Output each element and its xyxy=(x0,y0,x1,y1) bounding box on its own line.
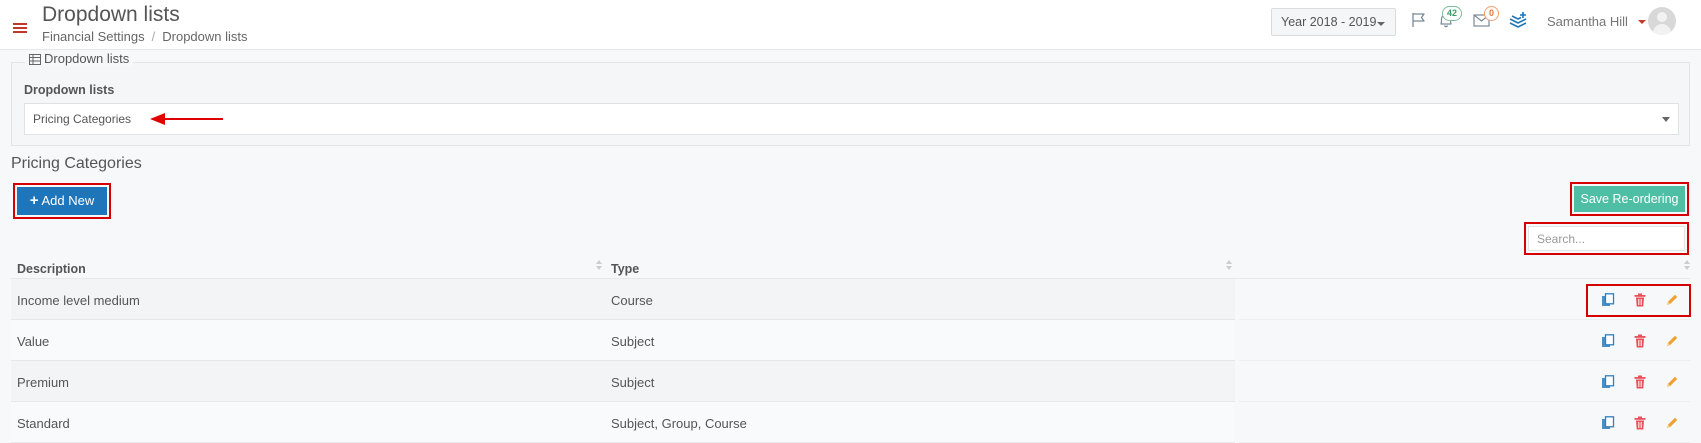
hamburger-menu-icon[interactable] xyxy=(13,23,27,33)
row-type: Subject, Group, Course xyxy=(611,416,747,431)
pencil-icon[interactable] xyxy=(1665,375,1679,389)
breadcrumb-separator: / xyxy=(151,29,156,44)
row-description: Premium xyxy=(17,375,70,390)
year-selector-label: Year 2018 - 2019 xyxy=(1281,15,1377,29)
page-title: Dropdown lists xyxy=(42,3,180,26)
user-name[interactable]: Samantha Hill xyxy=(1547,14,1628,29)
avatar[interactable] xyxy=(1648,7,1676,35)
row-description: Value xyxy=(17,334,50,349)
row-description: Income level medium xyxy=(17,293,140,308)
breadcrumb-item-financial-settings[interactable]: Financial Settings xyxy=(42,29,145,44)
table-row[interactable]: Premium Subject xyxy=(11,361,1690,402)
annotation-arrow xyxy=(150,113,223,125)
notifications-badge: 42 xyxy=(1442,6,1463,21)
annotation-box-actions xyxy=(1586,284,1691,317)
trash-icon[interactable] xyxy=(1633,375,1647,389)
table-row[interactable]: Income level medium Course xyxy=(11,279,1690,320)
top-header: Dropdown lists Financial Settings / Dropdo… xyxy=(0,0,1701,50)
table-row[interactable]: Value Subject xyxy=(11,320,1690,361)
add-new-label: Add New xyxy=(41,193,95,208)
section-title: Pricing Categories xyxy=(11,155,142,172)
row-description: Standard xyxy=(17,416,70,431)
row-type: Subject xyxy=(611,375,655,390)
messages-badge: 0 xyxy=(1484,6,1500,21)
row-type: Subject xyxy=(611,334,655,349)
trash-icon[interactable] xyxy=(1633,416,1647,430)
copy-icon[interactable] xyxy=(1601,334,1615,348)
trash-icon[interactable] xyxy=(1633,334,1647,348)
dropdown-lists-label: Dropdown lists xyxy=(24,83,115,97)
table-row[interactable]: Standard Subject, Group, Course xyxy=(11,402,1690,443)
chevron-down-icon xyxy=(1377,22,1385,26)
copy-icon[interactable] xyxy=(1601,375,1615,389)
dropdown-list-select[interactable]: Pricing Categories xyxy=(24,103,1679,135)
pencil-icon[interactable] xyxy=(1665,334,1679,348)
sort-icon[interactable] xyxy=(1225,260,1233,270)
search-input[interactable] xyxy=(1528,226,1685,251)
layers-add-icon[interactable] xyxy=(1508,11,1528,29)
user-menu-caret-icon[interactable] xyxy=(1638,20,1646,24)
save-reordering-button[interactable]: Save Re-ordering xyxy=(1574,186,1685,212)
pencil-icon[interactable] xyxy=(1665,416,1679,430)
add-new-button[interactable]: + Add New xyxy=(17,187,107,215)
column-header-type[interactable]: Type xyxy=(611,262,639,276)
panel-legend: Dropdown lists xyxy=(25,51,134,66)
sort-icon[interactable] xyxy=(1683,260,1691,270)
year-selector[interactable]: Year 2018 - 2019 xyxy=(1271,8,1396,36)
row-type: Course xyxy=(611,293,653,308)
panel-legend-label: Dropdown lists xyxy=(44,51,130,66)
sort-icon[interactable] xyxy=(595,260,603,270)
copy-icon[interactable] xyxy=(1601,416,1615,430)
chevron-down-icon xyxy=(1662,117,1670,122)
table-icon xyxy=(29,54,41,65)
flag-icon[interactable] xyxy=(1411,12,1427,28)
plus-icon: + xyxy=(29,192,39,209)
column-header-description[interactable]: Description xyxy=(17,262,86,276)
breadcrumb: Financial Settings / Dropdown lists xyxy=(42,29,248,44)
dropdown-list-selected-value: Pricing Categories xyxy=(33,112,132,126)
breadcrumb-item-dropdown-lists: Dropdown lists xyxy=(162,29,248,44)
